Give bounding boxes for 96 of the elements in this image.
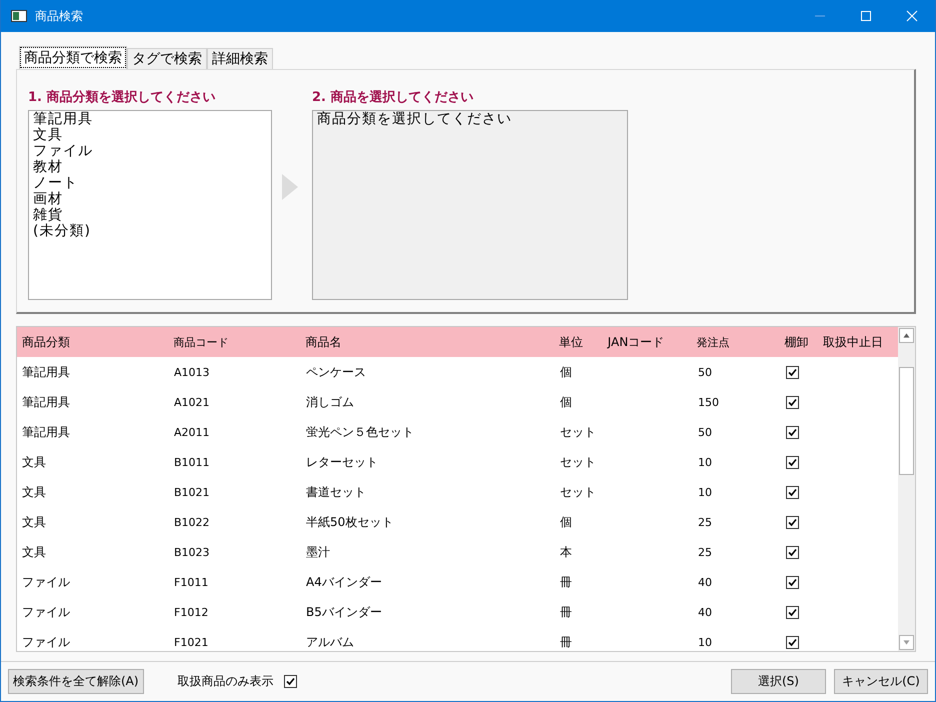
table-cell-text: 10 xyxy=(697,636,713,648)
table-cell-text: ファイル xyxy=(21,604,71,620)
arrow-right-icon xyxy=(280,172,300,202)
table-cell-text: 筆記用具 xyxy=(21,424,71,440)
checkbox[interactable] xyxy=(786,636,799,648)
table-cell-text: 本 xyxy=(559,544,573,560)
list-item[interactable]: 商品分類を選択してください xyxy=(317,111,623,127)
table-cell-text: セット xyxy=(559,454,597,470)
table-cell-text: 文具 xyxy=(21,544,47,560)
table-cell-text: 個 xyxy=(559,364,573,380)
table-cell-text: ペンケース xyxy=(305,364,367,380)
table-cell-text: 10 xyxy=(697,456,713,468)
clear-conditions-button[interactable]: 検索条件を全て解除(A) xyxy=(8,669,144,694)
table-cell-text: セット xyxy=(559,424,597,440)
list-item[interactable]: (未分類) xyxy=(33,223,267,239)
table-cell-text: A1013 xyxy=(173,366,211,378)
table-cell-text: 25 xyxy=(697,516,713,528)
column-header[interactable]: 取扱中止日 xyxy=(818,334,898,350)
table-cell-text: 150 xyxy=(697,396,720,408)
table-cell-text: 25 xyxy=(697,546,713,558)
list-item[interactable]: 文具 xyxy=(33,127,267,143)
tab[interactable]: タグで検索 xyxy=(127,48,207,69)
table-cell-text: F1012 xyxy=(173,606,210,618)
checkbox[interactable] xyxy=(786,576,799,588)
table-cell-text: B1023 xyxy=(173,546,211,558)
table-cell-text: 50 xyxy=(697,366,713,378)
table-cell-text: F1011 xyxy=(173,576,210,588)
table-cell-text: ファイル xyxy=(21,634,71,650)
table-cell-text: 筆記用具 xyxy=(21,364,71,380)
checkbox[interactable] xyxy=(786,426,799,438)
product-list[interactable]: 商品分類を選択してください xyxy=(312,110,628,300)
table-cell-text: 文具 xyxy=(21,454,47,470)
section-heading: 1. 商品分類を選択してください xyxy=(28,88,217,107)
checkbox[interactable] xyxy=(284,675,297,688)
column-header[interactable]: 単位 xyxy=(554,334,603,350)
table-cell-text: 筆記用具 xyxy=(21,394,71,410)
cancel-button[interactable]: キャンセル(C) xyxy=(834,669,928,694)
table-cell-text: 冊 xyxy=(559,604,573,620)
table-cell-text: 10 xyxy=(697,486,713,498)
checkbox[interactable] xyxy=(786,486,799,498)
checkbox[interactable] xyxy=(786,456,799,468)
table-cell-text: 50 xyxy=(697,426,713,438)
column-header[interactable]: 商品名 xyxy=(300,334,554,350)
table-cell-text: 40 xyxy=(697,606,713,618)
table-cell-text: 40 xyxy=(697,576,713,588)
list-item[interactable]: ノート xyxy=(33,175,267,191)
select-button[interactable]: 選択(S) xyxy=(731,669,826,694)
table-cell-text: 個 xyxy=(559,514,573,530)
window-icon xyxy=(11,10,27,22)
tab[interactable]: 詳細検索 xyxy=(207,48,273,69)
table-cell-text: B1022 xyxy=(173,516,211,528)
checkbox-label: 取扱商品のみ表示 xyxy=(178,673,274,690)
checkbox[interactable] xyxy=(786,396,799,408)
table-cell-text: A2011 xyxy=(173,426,211,438)
column-header[interactable]: JANコード xyxy=(602,334,692,350)
table-cell-text: セット xyxy=(559,484,597,500)
scroll-thumb[interactable] xyxy=(899,367,914,475)
column-header[interactable]: 商品コード xyxy=(168,334,300,350)
list-item[interactable]: ファイル xyxy=(33,143,267,159)
column-header[interactable]: 商品分類 xyxy=(17,334,169,350)
table-cell-text: アルバム xyxy=(305,634,355,650)
table-cell-text: F1021 xyxy=(173,636,210,648)
window-title: 商品検索 xyxy=(35,8,83,24)
table-cell-text: B1011 xyxy=(173,456,211,468)
table-cell-text: ファイル xyxy=(21,574,71,590)
scroll-down-icon[interactable] xyxy=(899,635,914,650)
table-cell-text: レターセット xyxy=(305,454,379,470)
table-cell-text: 墨汁 xyxy=(305,544,331,560)
checkbox[interactable] xyxy=(786,546,799,558)
table-cell-text: 消しゴム xyxy=(305,394,355,410)
tab[interactable]: 商品分類で検索 xyxy=(19,46,127,69)
table-cell-text: B1021 xyxy=(173,486,211,498)
table-cell-text: 文具 xyxy=(21,514,47,530)
table-cell-text: 半紙50枚セット xyxy=(305,514,394,530)
category-list[interactable]: 筆記用具 文具 ファイル 教材 ノート 画材 雑貨 (未分類) xyxy=(28,110,272,300)
table-cell-text: 書道セット xyxy=(305,484,367,500)
table-cell-text: A1021 xyxy=(173,396,211,408)
column-header[interactable]: 棚卸 xyxy=(774,334,818,350)
section-heading: 2. 商品を選択してください xyxy=(312,88,475,107)
list-item[interactable]: 画材 xyxy=(33,191,267,207)
list-item[interactable]: 教材 xyxy=(33,159,267,175)
table-cell-text: 文具 xyxy=(21,484,47,500)
checkbox[interactable] xyxy=(786,606,799,618)
list-item[interactable]: 筆記用具 xyxy=(33,111,267,127)
scroll-up-icon[interactable] xyxy=(899,328,914,343)
column-header[interactable]: 発注点 xyxy=(691,334,774,350)
table-cell-text: 個 xyxy=(559,394,573,410)
table-cell-text: 冊 xyxy=(559,634,573,650)
table-cell-text: A4バインダー xyxy=(305,574,383,590)
table-cell-text: 冊 xyxy=(559,574,573,590)
scrollbar[interactable] xyxy=(898,327,915,651)
table-cell-text: 蛍光ペン５色セット xyxy=(305,424,415,440)
checkbox[interactable] xyxy=(786,366,799,378)
table-cell-text: B5バインダー xyxy=(305,604,383,620)
checkbox[interactable] xyxy=(786,516,799,528)
list-item[interactable]: 雑貨 xyxy=(33,207,267,223)
